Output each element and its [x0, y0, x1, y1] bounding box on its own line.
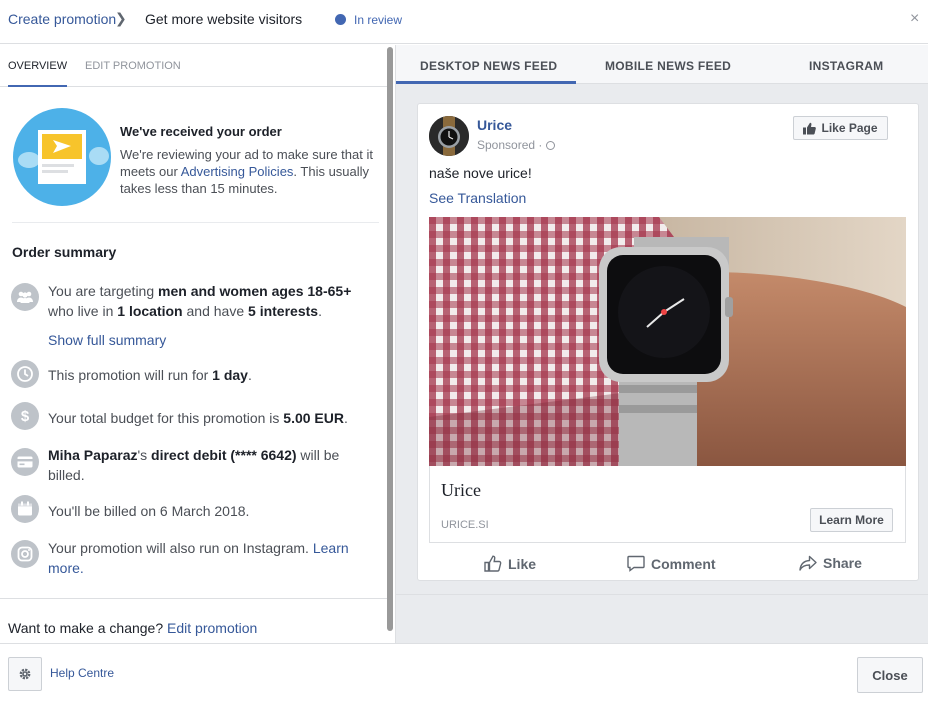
sponsored-label: Sponsored ·	[477, 138, 555, 152]
tab-instagram[interactable]: INSTAGRAM	[809, 59, 883, 73]
dollar-icon: $	[11, 402, 39, 430]
close-button[interactable]: Close	[857, 657, 923, 693]
targeting-summary: You are targeting men and women ages 18-…	[48, 283, 352, 319]
credit-card-icon	[11, 448, 39, 476]
thumbs-up-icon	[803, 122, 817, 134]
like-action[interactable]: Like	[484, 555, 536, 572]
breadcrumb-separator-icon: ❯	[115, 10, 127, 26]
thumbs-up-icon	[484, 555, 502, 572]
dialog-footer: Help Centre Close	[0, 643, 928, 704]
comment-icon	[627, 555, 645, 572]
order-received-title: We've received your order	[120, 124, 282, 139]
left-tabs: OVERVIEW EDIT PROMOTION	[0, 45, 390, 87]
divider	[12, 222, 379, 223]
overview-panel: OVERVIEW EDIT PROMOTION We've received y…	[0, 45, 396, 643]
active-tab-indicator	[396, 81, 576, 84]
link-domain: URICE.SI	[441, 519, 489, 531]
make-change-prompt: Want to make a change? Edit promotion	[8, 620, 258, 636]
order-received-illustration	[13, 108, 111, 206]
clock-icon	[11, 360, 39, 388]
tab-desktop-news-feed[interactable]: DESKTOP NEWS FEED	[420, 59, 557, 73]
share-action[interactable]: Share	[799, 555, 862, 571]
post-text: naše nove urice!	[429, 165, 532, 181]
dialog-header: Create promotion ❯ Get more website visi…	[0, 0, 928, 44]
page-avatar[interactable]	[429, 116, 469, 156]
ad-image[interactable]	[429, 217, 906, 467]
preview-tabs: DESKTOP NEWS FEED MOBILE NEWS FEED INSTA…	[396, 45, 928, 84]
page-name-link[interactable]: Urice	[477, 117, 512, 133]
link-preview-box[interactable]: Urice URICE.SI Learn More	[429, 466, 906, 543]
help-centre-link[interactable]: Help Centre	[50, 666, 114, 680]
show-full-summary-link[interactable]: Show full summary	[48, 330, 368, 350]
ad-post-card: Urice Sponsored · Like Page naše nove ur…	[417, 103, 919, 581]
share-icon	[799, 555, 817, 571]
instagram-summary: Your promotion will also run on Instagra…	[48, 540, 349, 576]
edit-promotion-link[interactable]: Edit promotion	[167, 620, 257, 636]
audience-icon	[11, 283, 39, 311]
instagram-icon	[11, 540, 39, 568]
link-title: Urice	[441, 480, 481, 500]
settings-button[interactable]	[8, 657, 42, 691]
learn-more-button[interactable]: Learn More	[810, 508, 893, 532]
tab-edit-promotion[interactable]: EDIT PROMOTION	[85, 60, 181, 72]
like-page-button[interactable]: Like Page	[793, 116, 888, 140]
see-translation-link[interactable]: See Translation	[429, 190, 526, 206]
scrollbar[interactable]	[387, 47, 393, 631]
order-summary-title: Order summary	[12, 244, 117, 260]
breadcrumb-create-promotion[interactable]: Create promotion	[8, 11, 116, 27]
globe-icon	[545, 141, 555, 150]
billing-date-summary: You'll be billed on 6 March 2018.	[48, 503, 250, 519]
billing-summary: Miha Paparaz's direct debit (**** 6642) …	[48, 447, 340, 483]
duration-summary: This promotion will run for 1 day.	[48, 367, 252, 383]
advertising-policies-link[interactable]: Advertising Policies	[181, 164, 294, 179]
active-tab-indicator	[8, 85, 67, 87]
breadcrumb-current: Get more website visitors	[145, 11, 303, 27]
status-dot-icon	[335, 14, 346, 25]
budget-summary: Your total budget for this promotion is …	[48, 410, 348, 426]
close-icon[interactable]: ×	[910, 10, 919, 28]
gear-icon	[19, 668, 31, 680]
status-badge: In review	[354, 13, 403, 27]
tab-overview[interactable]: OVERVIEW	[8, 60, 67, 72]
calendar-icon	[11, 495, 39, 523]
divider	[396, 594, 928, 595]
divider	[0, 598, 390, 599]
tab-mobile-news-feed[interactable]: MOBILE NEWS FEED	[605, 59, 731, 73]
order-received-message: We're reviewing your ad to make sure tha…	[120, 147, 373, 196]
comment-action[interactable]: Comment	[627, 555, 716, 572]
ad-preview-panel: DESKTOP NEWS FEED MOBILE NEWS FEED INSTA…	[396, 45, 928, 643]
